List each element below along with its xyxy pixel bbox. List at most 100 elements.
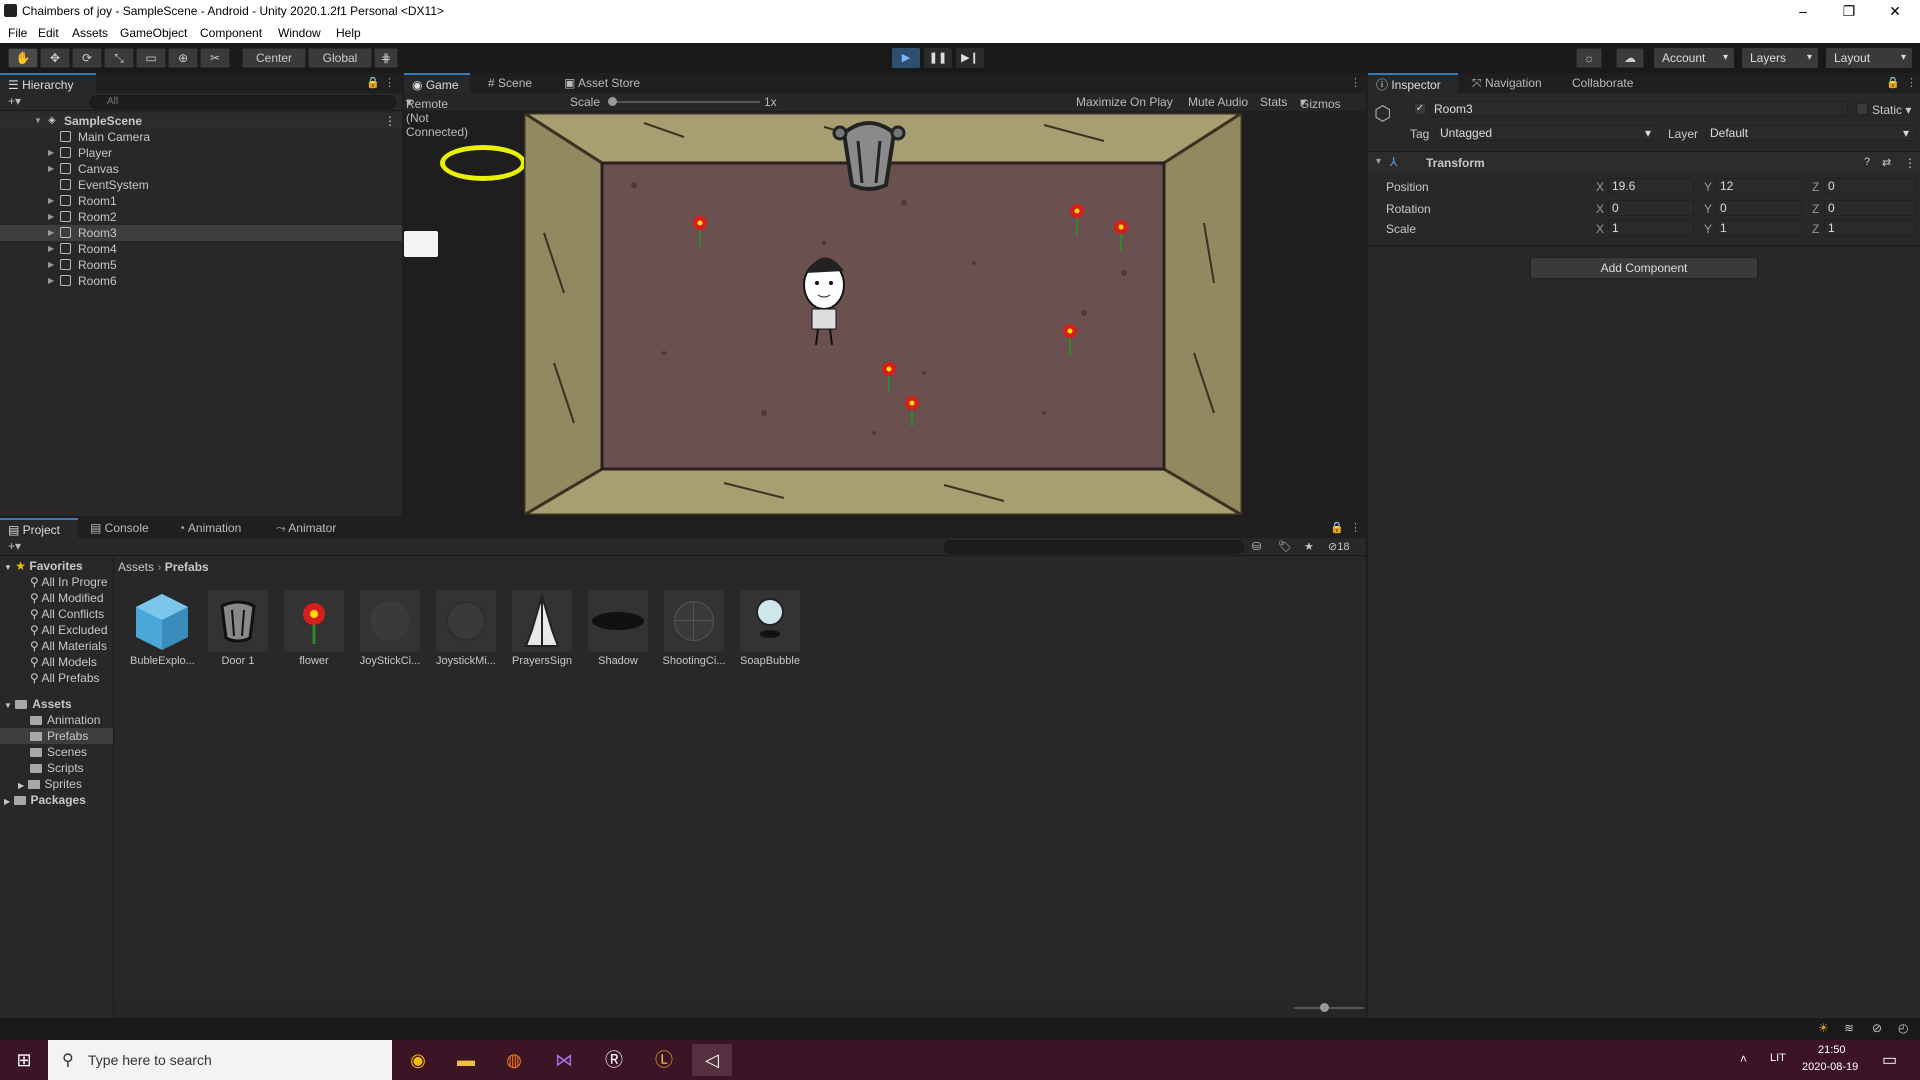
lighting-icon[interactable]: ☀ [1818, 1021, 1829, 1035]
input-language[interactable]: LIT [1770, 1052, 1786, 1064]
tab-navigation[interactable]: ⤧ Navigation [1464, 73, 1560, 93]
asset-joystick-middle[interactable]: JoystickMi... [434, 590, 498, 667]
expand-arrow-icon[interactable]: ▼ [4, 563, 12, 572]
close-button[interactable]: ✕ [1872, 0, 1918, 23]
rect-tool-icon[interactable]: ▭ [136, 48, 166, 68]
services-icon[interactable]: ☼ [1576, 48, 1602, 68]
menu-file[interactable]: File [8, 26, 27, 40]
menu-edit[interactable]: Edit [38, 26, 59, 40]
breadcrumb-assets[interactable]: Assets [118, 560, 154, 574]
menu-help[interactable]: Help [336, 26, 361, 40]
favorite-item[interactable]: ⚲ All Prefabs [30, 670, 100, 686]
tab-project[interactable]: ▤ Project [0, 518, 78, 538]
cloud-icon[interactable]: ☁ [1616, 48, 1644, 68]
favorite-item[interactable]: ⚲ All Excluded [30, 622, 108, 638]
custom-tool-icon[interactable]: ✂ [200, 48, 230, 68]
icon-size-slider-handle[interactable] [1320, 1003, 1329, 1012]
clock-date[interactable]: 2020-08-19 [1802, 1061, 1858, 1073]
expand-arrow-icon[interactable]: ▼ [34, 113, 42, 129]
asset-shooting-circle[interactable]: ShootingCi... [662, 590, 726, 667]
expand-arrow-icon[interactable]: ▶ [48, 161, 54, 177]
hierarchy-item-room6[interactable]: ▶ Room6 [0, 273, 402, 289]
folder-sprites[interactable]: ▶ Sprites [18, 776, 82, 792]
hierarchy-item-main-camera[interactable]: Main Camera [0, 129, 402, 145]
grid-snap-icon[interactable]: ⋕ [374, 48, 398, 68]
tab-animator[interactable]: ⤳ Animator [268, 518, 352, 538]
folder-prefabs[interactable]: Prefabs [0, 728, 113, 744]
lock-icon[interactable]: 🔒 [1330, 521, 1344, 534]
tab-scene[interactable]: # Scene [480, 73, 546, 93]
transform-tool-icon[interactable]: ⊕ [168, 48, 198, 68]
taskbar-search-input[interactable]: ⚲ Type here to search [48, 1040, 392, 1080]
expand-arrow-icon[interactable]: ▶ [48, 145, 54, 161]
lock-icon[interactable]: 🔒 [1886, 76, 1900, 89]
favorite-item[interactable]: ⚲ All Materials [30, 638, 114, 654]
hierarchy-item-eventsystem[interactable]: EventSystem [0, 177, 402, 193]
file-explorer-icon[interactable]: ▬ [446, 1044, 486, 1076]
asset-door-1[interactable]: Door 1 [206, 590, 270, 667]
stats-toggle[interactable]: Stats [1260, 95, 1287, 109]
expand-arrow-icon[interactable]: ▼ [4, 701, 12, 710]
menu-assets[interactable]: Assets [72, 26, 108, 40]
static-checkbox[interactable] [1856, 103, 1868, 115]
clock-time[interactable]: 21:50 [1818, 1044, 1846, 1056]
pivot-center-button[interactable]: Center [242, 48, 306, 68]
rider-icon[interactable]: Ⓡ [594, 1044, 634, 1076]
expand-arrow-icon[interactable]: ▶ [48, 257, 54, 273]
object-name-field[interactable]: Room3 [1430, 101, 1848, 117]
rotation-x-field[interactable]: 0 [1608, 200, 1694, 216]
scale-slider-handle[interactable] [608, 97, 617, 106]
tab-hierarchy[interactable]: ☰ Hierarchy [0, 73, 96, 93]
tab-game[interactable]: ◉ Game [404, 73, 470, 93]
auto-generate-icon[interactable]: ◴ [1898, 1021, 1908, 1035]
hand-tool-icon[interactable]: ✋ [8, 48, 38, 68]
tag-dropdown[interactable]: Untagged ▾ [1436, 125, 1658, 141]
menu-component[interactable]: Component [200, 26, 262, 40]
asset-shadow[interactable]: Shadow [586, 590, 650, 667]
league-icon[interactable]: Ⓛ [644, 1044, 684, 1076]
static-dropdown[interactable]: Static ▾ [1872, 103, 1911, 117]
scale-slider-track[interactable] [610, 101, 760, 103]
rotation-y-field[interactable]: 0 [1716, 200, 1802, 216]
panel-menu-icon[interactable]: ⋮ [384, 76, 395, 89]
hierarchy-item-room4[interactable]: ▶ Room4 [0, 241, 402, 257]
favorite-star-icon[interactable]: ★ [1304, 540, 1314, 553]
collapse-arrow-icon[interactable]: ▼ [1374, 156, 1383, 166]
expand-arrow-icon[interactable]: ▶ [48, 193, 54, 209]
cache-icon[interactable]: ≋ [1844, 1021, 1854, 1035]
panel-menu-icon[interactable]: ⋮ [1906, 76, 1917, 89]
scale-tool-icon[interactable]: ⤡ [104, 48, 134, 68]
maximize-on-play-toggle[interactable]: Maximize On Play [1076, 95, 1173, 109]
mute-audio-toggle[interactable]: Mute Audio [1188, 95, 1248, 109]
layers-dropdown[interactable]: Layers [1742, 48, 1818, 68]
hierarchy-item-room3[interactable]: ▶ Room3 [0, 225, 402, 241]
minimize-button[interactable]: – [1780, 0, 1826, 23]
create-plus-icon[interactable]: +▾ [8, 94, 21, 108]
hierarchy-item-room2[interactable]: ▶ Room2 [0, 209, 402, 225]
position-z-field[interactable]: 0 [1824, 178, 1916, 194]
add-component-button[interactable]: Add Component [1530, 257, 1758, 279]
component-menu-icon[interactable]: ⋮ [1904, 156, 1916, 170]
firefox-icon[interactable]: ◍ [494, 1044, 534, 1076]
hierarchy-item-room5[interactable]: ▶ Room5 [0, 257, 402, 273]
transform-header[interactable]: ▼ ⅄ Transform ? ⇄ ⋮ [1368, 152, 1920, 174]
display-dropdown[interactable]: Remote (Not Connected) ▾ [406, 95, 468, 139]
layer-dropdown[interactable]: Default ▾ [1706, 125, 1916, 141]
preset-icon[interactable]: ⇄ [1882, 156, 1891, 169]
filter-type-icon[interactable]: ⛁ [1252, 540, 1261, 553]
hidden-count[interactable]: ⊘18 [1328, 540, 1349, 553]
help-icon[interactable]: ? [1864, 156, 1870, 168]
asset-prayers-sign[interactable]: PrayersSign [510, 590, 574, 667]
position-y-field[interactable]: 12 [1716, 178, 1802, 194]
tray-chevron-up-icon[interactable]: ˄ [1740, 1052, 1747, 1066]
favorite-item[interactable]: ⚲ All Models [30, 654, 97, 670]
notifications-icon[interactable]: ▭ [1882, 1050, 1897, 1070]
hierarchy-item-room1[interactable]: ▶ Room1 [0, 193, 402, 209]
favorite-item[interactable]: ⚲ All Modified [30, 590, 104, 606]
rotation-z-field[interactable]: 0 [1824, 200, 1916, 216]
gizmos-dropdown[interactable]: Gizmos ▾ [1300, 95, 1341, 111]
expand-arrow-icon[interactable]: ▶ [48, 225, 54, 241]
expand-arrow-icon[interactable]: ▶ [4, 797, 10, 806]
scale-z-field[interactable]: 1 [1824, 220, 1916, 236]
position-x-field[interactable]: 19.6 [1608, 178, 1694, 194]
